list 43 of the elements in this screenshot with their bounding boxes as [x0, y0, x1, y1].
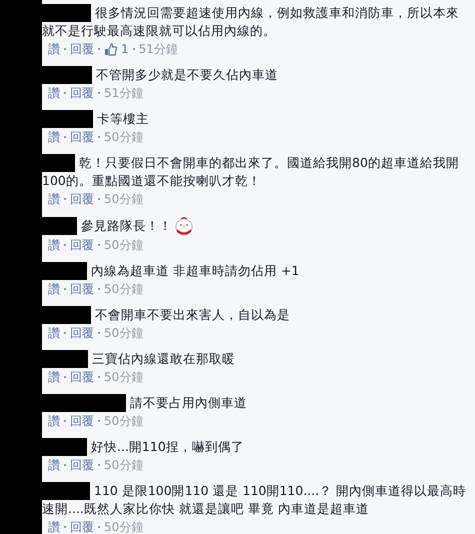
timestamp: 51分鐘	[104, 85, 144, 102]
action-link[interactable]: 讚	[48, 518, 60, 534]
timestamp: 50分鐘	[104, 129, 144, 146]
action-link[interactable]: 回覆	[70, 456, 94, 474]
comment-text: 110 是限100開110 還是 110開110....？ 開內側車道得以最高時速開....既然人家比你快 就還是讓吧 畢竟 內車道是超車道	[42, 482, 467, 518]
action-link[interactable]: 讚	[48, 84, 60, 102]
like-count: 1	[121, 41, 129, 58]
comment-text: 三寶佔內線還敢在那取暖	[42, 350, 235, 368]
thumbs-up-icon	[104, 42, 117, 56]
timestamp: 50分鐘	[104, 191, 144, 208]
comment-text: 卡等樓主	[42, 110, 149, 128]
action-link[interactable]: 讚	[48, 280, 60, 298]
action-link[interactable]: 回覆	[70, 412, 94, 430]
action-link[interactable]: 讚	[48, 190, 60, 208]
timestamp: 50分鐘	[104, 237, 144, 254]
action-link[interactable]: 讚	[48, 368, 60, 386]
comment-text: 不管開多少就是不要久佔內車道	[42, 66, 278, 84]
timestamp: 50分鐘	[104, 413, 144, 430]
comment-text: 請不要占用內側車道	[42, 394, 247, 412]
action-link[interactable]: 讚	[48, 456, 60, 474]
comment-text: 好快...開110捏，嚇到偶了	[42, 438, 244, 456]
action-link[interactable]: 回覆	[70, 84, 94, 102]
timestamp: 50分鐘	[104, 281, 144, 298]
action-link[interactable]: 回覆	[70, 40, 94, 58]
comment-text: 不會開車不要出來害人，自以為是	[42, 306, 290, 324]
action-link[interactable]: 讚	[48, 236, 60, 254]
action-link[interactable]: 讚	[48, 128, 60, 146]
action-link[interactable]: 回覆	[70, 368, 94, 386]
action-link[interactable]: 讚	[48, 40, 60, 58]
action-link[interactable]: 回覆	[70, 190, 94, 208]
timestamp: 51分鐘	[138, 41, 178, 58]
action-link[interactable]: 回覆	[70, 128, 94, 146]
action-link[interactable]: 回覆	[70, 236, 94, 254]
action-link[interactable]: 讚	[48, 324, 60, 342]
timestamp: 50分鐘	[104, 325, 144, 342]
action-link[interactable]: 回覆	[70, 518, 94, 534]
action-link[interactable]: 讚	[48, 412, 60, 430]
timestamp: 50分鐘	[104, 369, 144, 386]
action-link[interactable]: 回覆	[70, 324, 94, 342]
comment-text: 內線為超車道 非超車時請勿佔用 +1	[42, 262, 300, 280]
timestamp: 50分鐘	[104, 519, 144, 534]
action-link[interactable]: 回覆	[70, 280, 94, 298]
timestamp: 50分鐘	[104, 457, 144, 474]
